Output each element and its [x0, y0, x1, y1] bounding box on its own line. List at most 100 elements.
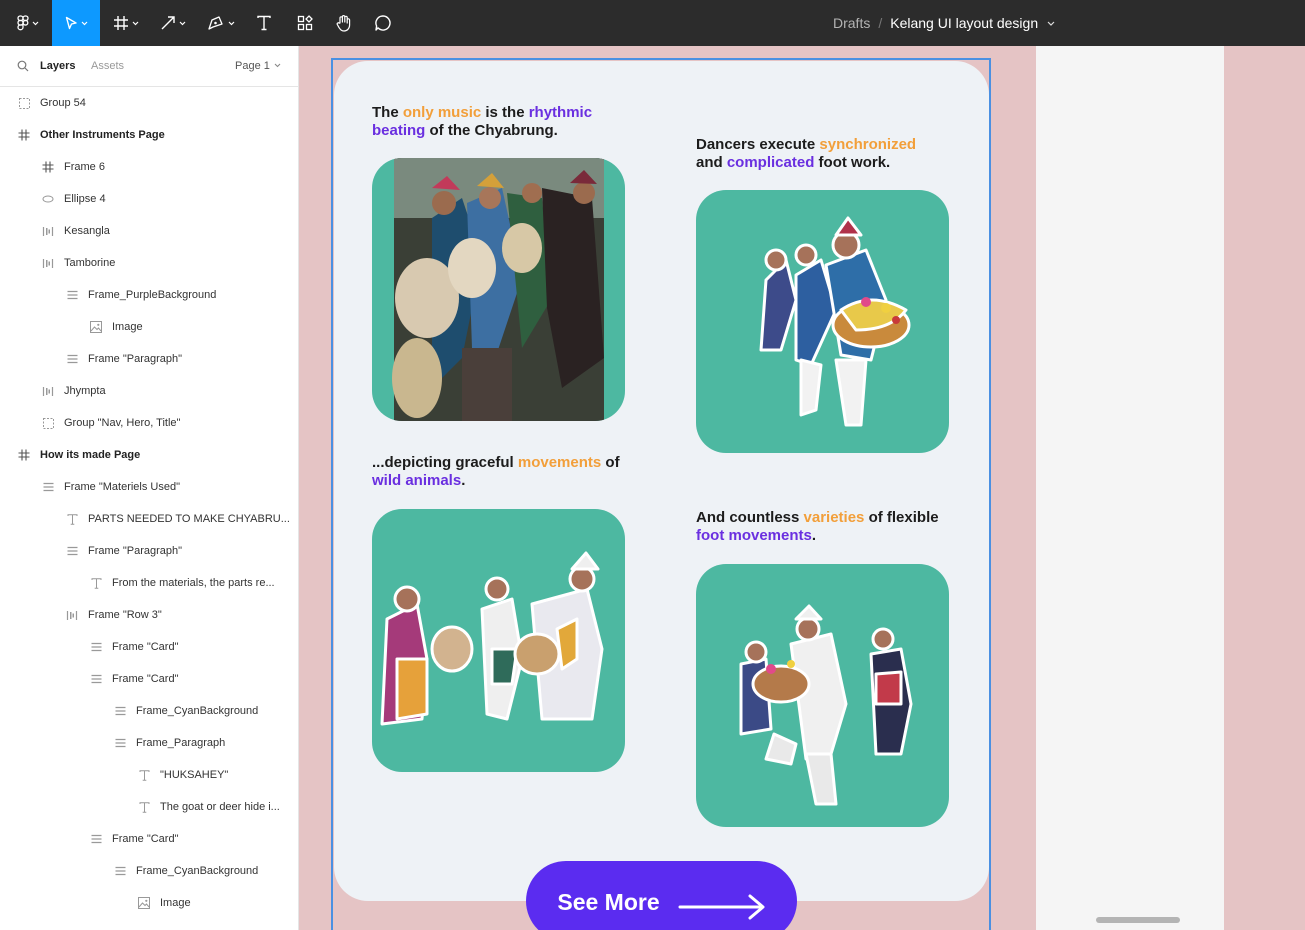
chevron-down-icon: [228, 21, 235, 25]
layer-item[interactable]: Group 54: [0, 87, 298, 119]
auto-layout-vertical-icon: [64, 351, 80, 367]
layer-label: Group "Nav, Hero, Title": [64, 417, 181, 429]
layer-item[interactable]: "HUKSAHEY": [0, 759, 298, 791]
comment-tool-button[interactable]: [368, 0, 398, 46]
layer-item[interactable]: Frame "Card": [0, 631, 298, 663]
layer-label: Frame "Materiels Used": [64, 481, 181, 493]
auto-layout-vertical-icon: [40, 479, 56, 495]
layer-item[interactable]: Image: [0, 311, 298, 343]
layer-item[interactable]: Other Instruments Page: [0, 119, 298, 151]
layer-label: "HUKSAHEY": [160, 769, 229, 781]
move-tool-button[interactable]: [52, 0, 100, 46]
auto-layout-vertical-icon: [112, 863, 128, 879]
auto-layout-horizontal-icon: [64, 607, 80, 623]
auto-layout-horizontal-icon: [40, 383, 56, 399]
frame-icon: [40, 159, 56, 175]
auto-layout-vertical-icon: [112, 703, 128, 719]
hand-tool-button[interactable]: [330, 0, 358, 46]
layer-label: Frame_CyanBackground: [136, 705, 259, 717]
search-icon[interactable]: [17, 60, 29, 72]
layer-label: Jhympta: [64, 385, 106, 397]
layer-item[interactable]: Frame 6: [0, 151, 298, 183]
chevron-down-icon: [179, 21, 186, 25]
layer-label: Frame "Row 3": [88, 609, 162, 621]
layers-panel: Layers Assets Page 1 Group 54 Other Instr…: [0, 46, 299, 930]
layer-item[interactable]: PARTS NEEDED TO MAKE CHYABRU...: [0, 503, 298, 535]
chevron-down-icon: [132, 21, 139, 25]
text-icon: [136, 799, 152, 815]
top-toolbar: Drafts / Kelang UI layout design: [0, 0, 1305, 46]
shape-tool-button[interactable]: [152, 0, 194, 46]
layer-item[interactable]: The goat or deer hide i...: [0, 791, 298, 823]
layer-item[interactable]: Jhympta: [0, 375, 298, 407]
layer-label: Frame "Paragraph": [88, 545, 183, 557]
resources-tool-button[interactable]: [290, 0, 320, 46]
layer-item[interactable]: Frame "Card": [0, 823, 298, 855]
layer-item[interactable]: Kesangla: [0, 215, 298, 247]
frame-tool-button[interactable]: [106, 0, 146, 46]
auto-layout-vertical-icon: [64, 287, 80, 303]
layer-label: Frame "Paragraph": [88, 353, 183, 365]
layer-label: Frame "Card": [112, 673, 179, 685]
cursor-icon: [65, 16, 77, 29]
text-icon: [257, 15, 271, 31]
layer-label: Frame 6: [64, 161, 105, 173]
ellipse-icon: [40, 191, 56, 207]
image-icon: [136, 895, 152, 911]
text-icon: [136, 767, 152, 783]
long-arrow-right-icon: [678, 894, 765, 920]
frame-icon: [114, 16, 128, 30]
figma-logo-icon: [17, 15, 29, 31]
layer-item[interactable]: Frame "Card": [0, 663, 298, 695]
horizontal-scrollbar[interactable]: [1096, 917, 1180, 923]
adjacent-frame[interactable]: [1036, 46, 1224, 930]
chevron-down-icon[interactable]: [1047, 21, 1055, 26]
layer-item[interactable]: Frame "Paragraph": [0, 343, 298, 375]
layer-label: Frame "Card": [112, 833, 179, 845]
chevron-down-icon: [81, 21, 87, 25]
layer-item[interactable]: Group "Nav, Hero, Title": [0, 407, 298, 439]
tab-assets[interactable]: Assets: [91, 60, 124, 72]
page-selector[interactable]: Page 1: [235, 60, 270, 72]
layer-label: Ellipse 4: [64, 193, 106, 205]
layer-label: Group 54: [40, 97, 86, 109]
auto-layout-vertical-icon: [88, 831, 104, 847]
layer-item[interactable]: Frame_PurpleBackground: [0, 279, 298, 311]
breadcrumb: Drafts / Kelang UI layout design: [833, 13, 1055, 33]
main-menu-button[interactable]: [8, 0, 48, 46]
layer-label: Frame_PurpleBackground: [88, 289, 217, 301]
group-icon: [16, 95, 32, 111]
layer-item[interactable]: Ellipse 4: [0, 183, 298, 215]
selection-outline: [331, 58, 991, 930]
layer-label: Frame_Paragraph: [136, 737, 226, 749]
layer-item[interactable]: Frame_CyanBackground: [0, 695, 298, 727]
see-more-button[interactable]: See More: [526, 861, 797, 930]
auto-layout-vertical-icon: [88, 639, 104, 655]
hand-icon: [336, 15, 351, 32]
chevron-down-icon[interactable]: [274, 63, 281, 68]
frame-icon: [16, 447, 32, 463]
auto-layout-horizontal-icon: [40, 223, 56, 239]
layer-item[interactable]: How its made Page: [0, 439, 298, 471]
layer-item[interactable]: Frame "Materiels Used": [0, 471, 298, 503]
text-tool-button[interactable]: [250, 0, 278, 46]
file-name[interactable]: Kelang UI layout design: [890, 15, 1038, 31]
pen-tool-button[interactable]: [200, 0, 242, 46]
layer-item[interactable]: Frame "Paragraph": [0, 535, 298, 567]
canvas[interactable]: The only music is the rhythmic beating o…: [299, 46, 1305, 930]
auto-layout-vertical-icon: [112, 735, 128, 751]
layer-item[interactable]: From the materials, the parts re...: [0, 567, 298, 599]
frame-icon: [16, 127, 32, 143]
panel-tabs: Layers Assets Page 1: [0, 46, 298, 87]
layer-label: Other Instruments Page: [40, 129, 165, 141]
layer-item[interactable]: Frame_Paragraph: [0, 727, 298, 759]
breadcrumb-drafts-link[interactable]: Drafts: [833, 15, 870, 31]
layer-item[interactable]: Image: [0, 887, 298, 919]
layer-item[interactable]: Frame_CyanBackground: [0, 855, 298, 887]
layer-item[interactable]: Tamborine: [0, 247, 298, 279]
auto-layout-horizontal-icon: [40, 255, 56, 271]
tab-layers[interactable]: Layers: [40, 60, 75, 72]
layer-label: Image: [160, 897, 191, 909]
layer-item[interactable]: Frame "Row 3": [0, 599, 298, 631]
layer-label: Frame "Card": [112, 641, 179, 653]
